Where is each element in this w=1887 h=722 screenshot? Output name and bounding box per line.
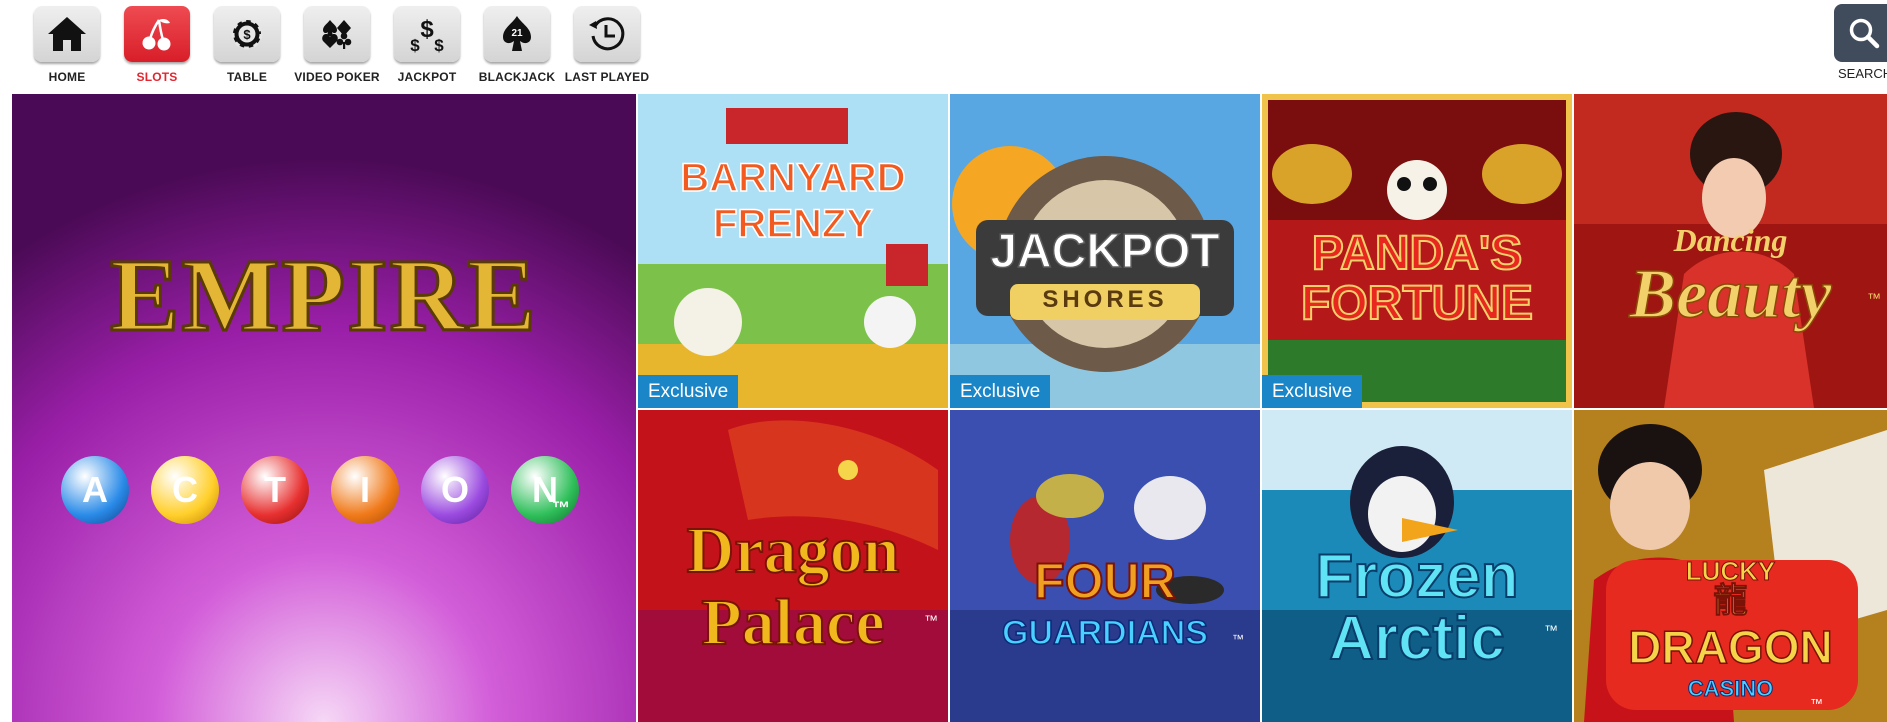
exclusive-badge: Exclusive [950,375,1051,408]
empire-action-balls: A C T I O N [50,456,590,524]
nav-label-jackpot: JACKPOT [397,70,457,84]
search-control[interactable]: SEARCH [1834,4,1887,82]
lucky-dragon-casino-glyph: 龍 [1713,582,1748,620]
dragon-palace-title-line1: Dragon [686,514,901,587]
search-button[interactable] [1834,4,1887,62]
svg-text:$: $ [434,36,444,55]
ball-o: O [421,456,489,524]
game-tile-four-guardians[interactable]: FOUR GUARDIANS ™ [950,410,1260,722]
frozen-arctic-title-line1: Frozen [1314,542,1519,611]
card-suits-icon [322,20,352,49]
nav-label-last-played: LAST PLAYED [564,70,650,84]
frozen-arctic-title-line2: Arctic [1328,604,1506,673]
pandas-fortune-title-line1: PANDA'S [1311,227,1524,280]
empire-action-artwork [12,94,636,722]
four-guardians-title-line1: FOUR [1033,553,1177,609]
table-button[interactable]: $ [214,6,280,62]
game-tile-empire-action[interactable]: EMPIRE A C T I O N ™ [12,94,636,722]
svg-text:21: 21 [511,28,523,39]
search-label: SEARCH [1838,66,1887,81]
svg-text:$: $ [243,27,251,42]
game-tile-dancing-beauty[interactable]: Dancing Beauty ™ [1574,94,1887,408]
dancing-beauty-tm: ™ [1867,290,1881,306]
exclusive-badge: Exclusive [638,375,739,408]
nav-label-home: HOME [48,70,86,84]
category-nav: HOME SLOTS $ TABLE VIDEO POKER $ $ $ JAC… [22,6,652,88]
dancing-beauty-title-line2: Beauty [1629,256,1833,333]
game-tile-dragon-palace[interactable]: Dragon Palace ™ [638,410,948,722]
nav-label-table: TABLE [226,70,268,84]
empire-action-tm: ™ [552,498,570,518]
cherries-icon [142,19,171,51]
games-grid: EMPIRE A C T I O N ™ BARNYARD FRENZY Exc… [12,94,1887,722]
ball-a: A [61,456,129,524]
barnyard-frenzy-title-line1: BARNYARD [680,156,907,200]
video-poker-button[interactable] [304,6,370,62]
four-guardians-tm: ™ [1232,632,1244,646]
slots-button[interactable] [124,6,190,62]
game-tile-frozen-arctic[interactable]: Frozen Arctic ™ [1262,410,1572,722]
search-icon [1849,18,1880,49]
nav-item-table[interactable]: $ TABLE [202,6,292,88]
nav-item-home[interactable]: HOME [22,6,112,88]
dollar-signs-icon: $ $ $ [410,16,444,55]
jackpot-shores-title-line1: JACKPOT [990,225,1221,278]
lucky-dragon-casino-tm: ™ [1810,696,1823,711]
game-tile-barnyard-frenzy[interactable]: BARNYARD FRENZY Exclusive [638,94,948,408]
game-tile-jackpot-shores[interactable]: JACKPOT SHORES Exclusive [950,94,1260,408]
spade-21-icon: 21 [503,16,531,51]
nav-item-last-played[interactable]: LAST PLAYED [562,6,652,88]
nav-item-blackjack[interactable]: 21 BLACKJACK [472,6,562,88]
svg-text:$: $ [420,16,434,43]
game-tile-pandas-fortune[interactable]: PANDA'S FORTUNE Exclusive [1262,94,1572,408]
svg-text:$: $ [410,36,420,55]
lucky-dragon-casino-title-line3: CASINO [1687,676,1774,701]
jackpot-shores-title-line2: SHORES [1042,286,1168,313]
lucky-dragon-casino-title-line1: LUCKY [1685,556,1776,586]
four-guardians-title-line2: GUARDIANS [1001,614,1208,652]
dancing-beauty-title-line1: Dancing [1673,222,1788,258]
nav-label-slots: SLOTS [136,70,178,84]
lucky-dragon-casino-title-line2: DRAGON [1628,621,1834,673]
nav-label-video-poker: VIDEO POKER [294,70,380,84]
empire-action-title-line1: EMPIRE [109,238,538,353]
dragon-palace-tm: ™ [924,612,938,628]
last-played-button[interactable] [574,6,640,62]
blackjack-button[interactable]: 21 [484,6,550,62]
frozen-arctic-tm: ™ [1544,622,1558,638]
jackpot-button[interactable]: $ $ $ [394,6,460,62]
history-clock-icon [589,17,625,51]
nav-item-video-poker[interactable]: VIDEO POKER [292,6,382,88]
home-button[interactable] [34,6,100,62]
pandas-fortune-title-line2: FORTUNE [1300,277,1534,330]
nav-item-slots[interactable]: SLOTS [112,6,202,88]
ball-t: T [241,456,309,524]
nav-item-jackpot[interactable]: $ $ $ JACKPOT [382,6,472,88]
nav-label-blackjack: BLACKJACK [478,70,556,84]
home-icon [48,17,86,51]
dragon-palace-title-line2: Palace [700,586,885,659]
exclusive-badge: Exclusive [1262,375,1363,408]
ball-i: I [331,456,399,524]
ball-c: C [151,456,219,524]
barnyard-frenzy-title-line2: FRENZY [712,202,874,246]
casino-chip-icon: $ [231,18,263,50]
barnyard-frenzy-artwork [638,94,948,408]
game-tile-lucky-dragon-casino[interactable]: LUCKY 龍 DRAGON CASINO ™ [1574,410,1887,722]
